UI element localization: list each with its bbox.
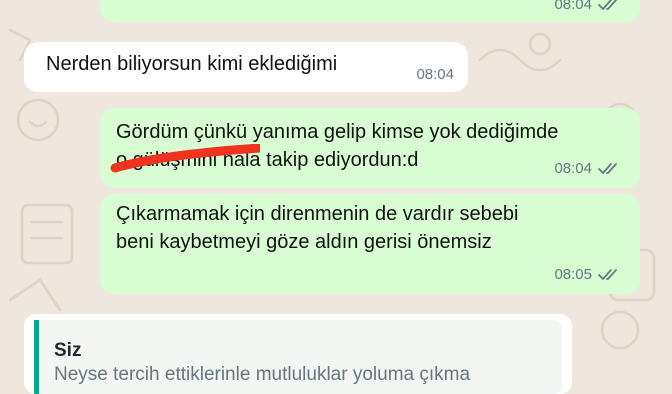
message-time: 08:04 bbox=[416, 66, 454, 83]
message-time: 08:05 bbox=[554, 266, 592, 283]
message-text-line: beni kaybetmeyi göze aldın gerisi önemsi… bbox=[116, 231, 492, 253]
quoted-text: Neyse tercih ettiklerinle mutluluklar yo… bbox=[54, 364, 471, 385]
message-meta: 08:04 bbox=[554, 0, 624, 14]
message-time: 08:04 bbox=[554, 160, 592, 177]
message-meta: 08:05 bbox=[554, 266, 624, 284]
double-check-icon bbox=[598, 163, 617, 175]
message-bubble-incoming[interactable]: Nerden biliyorsun kimi eklediğimi 08:04 bbox=[24, 42, 468, 92]
quoted-sender: Siz bbox=[54, 340, 82, 361]
message-meta: 08:04 bbox=[554, 160, 624, 178]
double-check-icon bbox=[598, 0, 617, 11]
message-time: 08:04 bbox=[554, 0, 592, 13]
message-bubble-outgoing[interactable]: Gördüm çünkü yanıma gelip kimse yok dedi… bbox=[100, 108, 640, 188]
redaction-scribble bbox=[110, 144, 260, 173]
message-text: Nerden biliyorsun kimi eklediğimi bbox=[46, 53, 338, 75]
message-bubble-outgoing[interactable]: 08:04 bbox=[100, 0, 640, 22]
message-text-line: Çıkarmamak için direnmenin de vardır seb… bbox=[116, 203, 519, 225]
message-text-line: Gördüm çünkü yanıma gelip kimse yok dedi… bbox=[116, 121, 559, 143]
message-bubble-outgoing[interactable]: Çıkarmamak için direnmenin de vardır seb… bbox=[100, 194, 640, 294]
double-check-icon bbox=[598, 269, 617, 281]
message-meta: 08:04 bbox=[416, 66, 454, 84]
message-bubble-incoming-reply[interactable]: Siz Neyse tercih ettiklerinle mutlulukla… bbox=[24, 314, 572, 394]
quote-accent-bar bbox=[34, 320, 39, 394]
quoted-message[interactable]: Siz Neyse tercih ettiklerinle mutlulukla… bbox=[34, 320, 562, 394]
